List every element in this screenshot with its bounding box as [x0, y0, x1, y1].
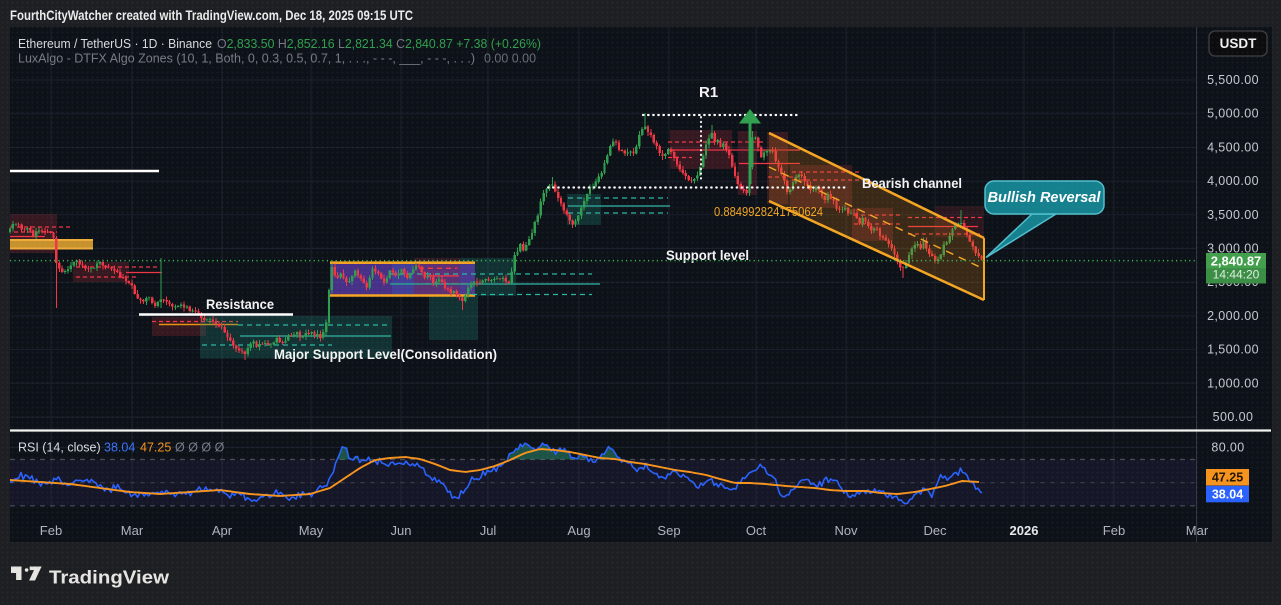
svg-text:1,500.00: 1,500.00: [1207, 343, 1259, 357]
svg-text:2026: 2026: [1010, 523, 1039, 538]
svg-text:4,500.00: 4,500.00: [1207, 140, 1259, 154]
svg-text:3,500.00: 3,500.00: [1207, 208, 1259, 222]
svg-text:47.25: 47.25: [1212, 471, 1243, 485]
svg-text:47.25: 47.25: [140, 441, 171, 455]
svg-text:Jun: Jun: [391, 523, 412, 538]
svg-text:Bullish Reversal: Bullish Reversal: [988, 190, 1102, 206]
svg-text:TradingView: TradingView: [49, 568, 170, 588]
svg-text:Major Support Level(Consolidat: Major Support Level(Consolidation): [274, 346, 497, 362]
svg-text:RSI (14, close): RSI (14, close): [18, 441, 101, 455]
svg-text:R1: R1: [699, 84, 718, 101]
svg-text:Mar: Mar: [1186, 523, 1209, 538]
svg-text:5,500.00: 5,500.00: [1207, 73, 1259, 87]
svg-text:38.04: 38.04: [104, 441, 135, 455]
svg-text:5,000.00: 5,000.00: [1207, 107, 1259, 121]
svg-text:Jul: Jul: [480, 523, 497, 538]
svg-text:Mar: Mar: [121, 523, 144, 538]
svg-text:LuxAlgo - DTFX Algo Zones (10,: LuxAlgo - DTFX Algo Zones (10, 1, Both, …: [18, 51, 475, 66]
svg-text:Ø Ø Ø Ø: Ø Ø Ø Ø: [175, 441, 225, 455]
svg-text:FourthCityWatcher created with: FourthCityWatcher created with TradingVi…: [10, 8, 413, 23]
svg-text:Ethereum / TetherUS · 1D · Bin: Ethereum / TetherUS · 1D · Binance: [18, 36, 212, 51]
svg-text:14:44:20: 14:44:20: [1213, 268, 1260, 282]
svg-text:2,000.00: 2,000.00: [1207, 309, 1259, 323]
svg-text:4,000.00: 4,000.00: [1207, 174, 1259, 188]
svg-text:USDT: USDT: [1220, 36, 1258, 51]
svg-text:500.00: 500.00: [1213, 410, 1254, 424]
svg-text:0.8849928241750624: 0.8849928241750624: [714, 205, 823, 219]
svg-text:Bearish channel: Bearish channel: [862, 175, 962, 191]
svg-text:2,840.87: 2,840.87: [1211, 254, 1262, 269]
svg-text:Sep: Sep: [657, 523, 680, 538]
svg-text:Resistance: Resistance: [206, 296, 274, 312]
svg-text:Feb: Feb: [1103, 523, 1125, 538]
svg-text:38.04: 38.04: [1212, 487, 1243, 501]
svg-text:Nov: Nov: [834, 523, 858, 538]
svg-text:1,000.00: 1,000.00: [1207, 376, 1259, 390]
svg-text:Apr: Apr: [212, 523, 233, 538]
svg-text:Dec: Dec: [923, 523, 947, 538]
svg-text:Aug: Aug: [567, 523, 590, 538]
svg-text:O2,833.50 H2,852.16 L2,821.34: O2,833.50 H2,852.16 L2,821.34 C2,840.87 …: [217, 36, 541, 51]
svg-text:0.00 0.00: 0.00 0.00: [484, 51, 536, 66]
svg-text:May: May: [299, 523, 324, 538]
svg-text:Feb: Feb: [40, 523, 62, 538]
svg-text:80.00: 80.00: [1211, 440, 1244, 454]
svg-text:Oct: Oct: [746, 523, 767, 538]
